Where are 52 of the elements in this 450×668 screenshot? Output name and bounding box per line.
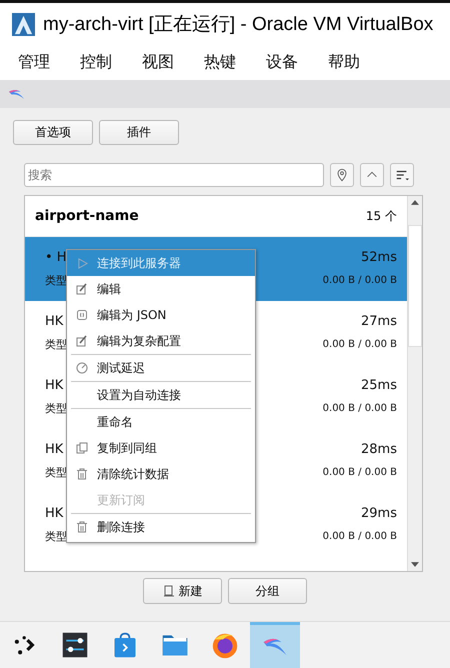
trash-icon	[76, 468, 88, 480]
menu-item[interactable]: 重命名	[67, 409, 255, 435]
server-type: 类型	[45, 529, 67, 544]
action-button[interactable]: 新建	[143, 578, 222, 604]
trash-icon	[76, 521, 88, 533]
latency: 52ms	[361, 250, 397, 265]
server-name: HK	[45, 506, 64, 521]
sliders-icon	[61, 631, 89, 659]
menu-item[interactable]: 设备	[266, 52, 298, 73]
server-name: • H	[45, 250, 67, 265]
menu-item[interactable]: 删除连接	[67, 514, 255, 540]
scroll-up-icon[interactable]	[411, 200, 419, 205]
gauge-icon	[76, 362, 88, 374]
play-icon	[76, 258, 88, 268]
edit-icon	[76, 283, 88, 295]
action-button[interactable]: 分组	[228, 578, 307, 604]
braces-icon	[76, 309, 88, 321]
menu-item[interactable]: 帮助	[328, 52, 360, 73]
toolbar-button[interactable]: 首选项	[13, 120, 93, 145]
menu-item[interactable]: 管理	[18, 52, 50, 73]
menu-item[interactable]: 编辑为复杂配置	[67, 328, 255, 354]
server-name: HK	[45, 378, 64, 393]
menu-item[interactable]: 编辑	[67, 276, 255, 302]
copy-icon	[76, 442, 88, 454]
menu-item[interactable]: 视图	[142, 52, 174, 73]
traffic: 0.00 B / 0.00 B	[322, 275, 397, 286]
menu-item[interactable]: 控制	[80, 52, 112, 73]
bird-icon	[8, 88, 26, 100]
sort-icon[interactable]	[390, 163, 414, 187]
group-count: 15 个	[366, 208, 397, 224]
location-pin-icon[interactable]	[330, 163, 354, 187]
menu-item[interactable]: 热键	[204, 52, 236, 73]
scroll-down-icon[interactable]	[411, 562, 419, 567]
menu-item[interactable]: 编辑为 JSON	[67, 302, 255, 328]
toolbar-button[interactable]: 插件	[99, 120, 179, 145]
menu-item[interactable]: 测试延迟	[67, 355, 255, 381]
traffic: 0.00 B / 0.00 B	[322, 531, 397, 542]
server-type: 类型	[45, 401, 67, 416]
menu-item[interactable]: 设置为自动连接	[67, 382, 255, 408]
edit-icon	[76, 335, 88, 347]
menu-item[interactable]: 清除统计数据	[67, 461, 255, 487]
group-name: airport-name	[35, 208, 139, 224]
document-icon	[162, 585, 174, 597]
traffic: 0.00 B / 0.00 B	[322, 403, 397, 414]
server-type: 类型	[45, 273, 67, 288]
search-field[interactable]: 搜索	[24, 163, 324, 187]
app-logo-icon	[12, 12, 35, 36]
scrollbar[interactable]	[407, 196, 422, 571]
latency: 29ms	[361, 506, 397, 521]
menu-item[interactable]: 复制到同组	[67, 435, 255, 461]
latency: 25ms	[361, 378, 397, 393]
window-title: my-arch-virt [正在运行] - Oracle VM VirtualBox	[43, 13, 434, 37]
